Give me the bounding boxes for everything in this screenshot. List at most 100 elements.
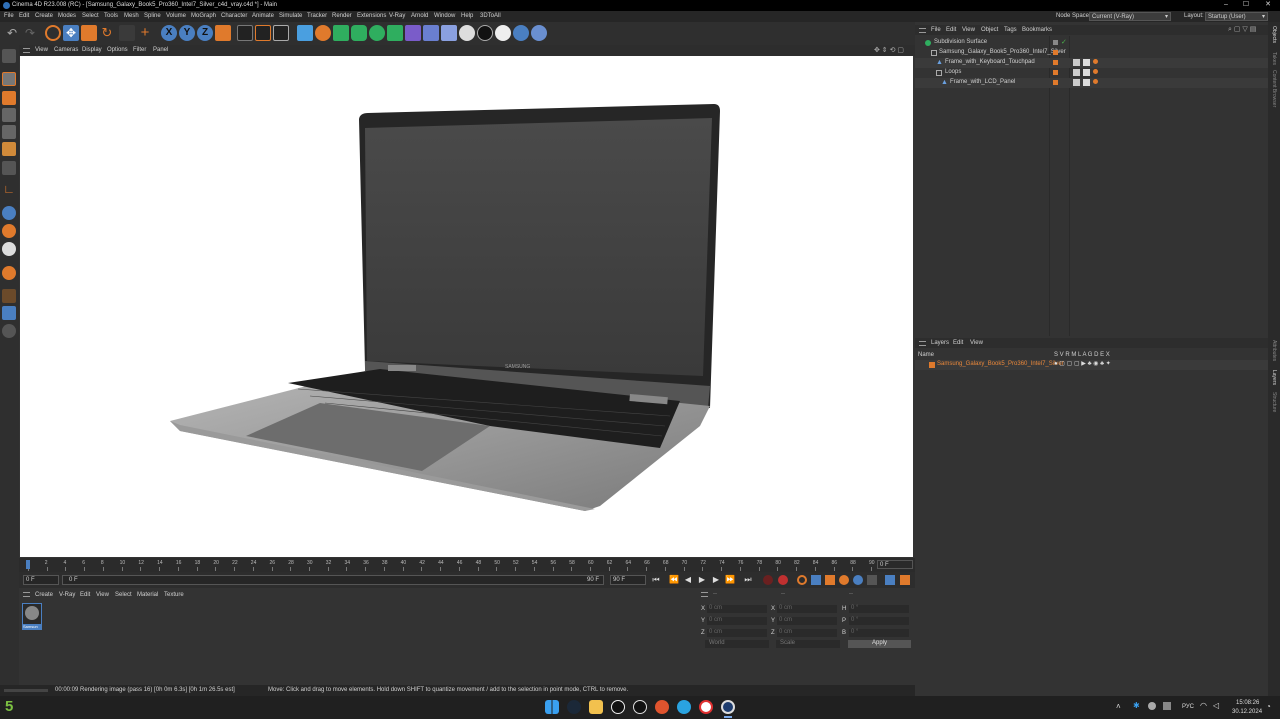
tray-chevron-icon[interactable]: ˄ xyxy=(1116,702,1121,711)
viewport-menu-cameras[interactable]: Cameras xyxy=(54,47,78,53)
move-icon[interactable]: ✥ xyxy=(63,25,79,41)
size-mode-dropdown[interactable]: Scale xyxy=(776,640,840,648)
add-icon[interactable]: + xyxy=(137,25,153,41)
object-row[interactable]: ▲ Frame_with_LCD_Panel xyxy=(915,78,1268,88)
frame-range-slider[interactable]: 0 F 90 F xyxy=(62,575,604,585)
timeline-settings-icon[interactable] xyxy=(885,575,895,585)
axis-mode-icon[interactable]: ∟ xyxy=(2,182,16,196)
lm-menu-view[interactable]: View xyxy=(970,340,983,346)
scale-y-field[interactable]: 0 cm xyxy=(777,617,837,625)
steam-icon[interactable] xyxy=(567,700,581,714)
render-view-icon[interactable] xyxy=(255,25,271,41)
menu-help[interactable]: Help xyxy=(461,13,473,19)
key-param-icon[interactable] xyxy=(853,575,863,585)
menu-extensions[interactable]: Extensions xyxy=(357,13,386,19)
key-scale-icon[interactable] xyxy=(825,575,835,585)
plugin-icon[interactable] xyxy=(2,324,16,338)
pos-x-field[interactable]: 0 cm xyxy=(707,605,767,613)
render-settings-icon[interactable] xyxy=(273,25,289,41)
menu-spline[interactable]: Spline xyxy=(144,13,161,19)
object-row[interactable]: Samsung_Galaxy_Book5_Pro360_Intel7_Silve… xyxy=(915,48,1268,58)
menu-tools[interactable]: Tools xyxy=(104,13,118,19)
autokey-icon[interactable] xyxy=(778,575,788,585)
boole-icon[interactable] xyxy=(333,25,349,41)
material-swatch[interactable]: Samsun xyxy=(22,603,42,630)
om-search-icon[interactable]: ⌕ ▢ ▽ ▤ xyxy=(1228,25,1256,34)
tab-objects[interactable]: Objects xyxy=(1271,26,1277,43)
camera-icon[interactable] xyxy=(441,25,457,41)
coord-system-icon[interactable] xyxy=(215,25,231,41)
snap-icon[interactable] xyxy=(2,206,16,220)
record-icon[interactable] xyxy=(763,575,773,585)
sculpt-icon[interactable] xyxy=(2,266,16,280)
om-menu-edit[interactable]: Edit xyxy=(946,27,956,33)
prev-key-icon[interactable]: ⏪ xyxy=(669,575,679,585)
next-key-icon[interactable]: ⏩ xyxy=(725,575,735,585)
menu-create[interactable]: Create xyxy=(35,13,53,19)
z-axis-icon[interactable]: Z xyxy=(197,25,213,41)
menu-modes[interactable]: Modes xyxy=(58,13,76,19)
floor-icon[interactable] xyxy=(423,25,439,41)
grid-icon[interactable] xyxy=(2,289,16,303)
menu-vray[interactable]: V-Ray xyxy=(389,13,405,19)
current-frame-field[interactable]: 0 F xyxy=(877,560,913,569)
menu-volume[interactable]: Volume xyxy=(166,13,186,19)
menu-arnold[interactable]: Arnold xyxy=(411,13,428,19)
mat-menu-create[interactable]: Create xyxy=(35,592,53,598)
notification-bell-icon[interactable]: ◔ xyxy=(1266,702,1271,711)
go-to-end-icon[interactable]: ⏭ xyxy=(743,575,753,585)
key-rotate-icon[interactable] xyxy=(839,575,849,585)
file-explorer-icon[interactable] xyxy=(589,700,603,714)
mat-menu-material[interactable]: Material xyxy=(137,592,158,598)
menu-mograph[interactable]: MoGraph xyxy=(191,13,216,19)
mat-menu-edit[interactable]: Edit xyxy=(80,592,90,598)
pos-z-field[interactable]: 0 cm xyxy=(707,629,767,637)
menu-3dtoall[interactable]: 3DToAll xyxy=(480,13,501,19)
menu-tracker[interactable]: Tracker xyxy=(307,13,327,19)
go-to-start-icon[interactable]: ⏮ xyxy=(651,575,661,585)
next-frame-icon[interactable]: ▶ xyxy=(711,575,721,585)
extra-icon[interactable] xyxy=(531,25,547,41)
wifi-icon[interactable]: ◠ xyxy=(1200,701,1207,710)
mograph-icon[interactable] xyxy=(369,25,385,41)
timeline-playhead[interactable] xyxy=(26,560,30,569)
scene-icon[interactable] xyxy=(405,25,421,41)
om-menu-file[interactable]: File xyxy=(931,27,941,33)
om-menu-bookmarks[interactable]: Bookmarks xyxy=(1022,27,1052,33)
play-icon[interactable]: ▶ xyxy=(697,575,707,585)
viewport-nav-icon[interactable]: ✥ ⇕ ⟲ ▢ xyxy=(874,46,904,54)
workplane-icon[interactable] xyxy=(2,242,16,256)
close-button[interactable]: ✕ xyxy=(1258,0,1278,11)
tray-network-icon[interactable] xyxy=(1163,702,1171,710)
script-icon[interactable] xyxy=(513,25,529,41)
make-editable-icon[interactable] xyxy=(2,49,16,63)
prev-frame-icon[interactable]: ◀ xyxy=(683,575,693,585)
browser-icon[interactable] xyxy=(655,700,669,714)
end-frame-field[interactable]: 90 F xyxy=(610,575,646,585)
tab-attributes[interactable]: Attributes xyxy=(1271,340,1277,361)
cinema4d-icon[interactable] xyxy=(721,700,735,714)
texture-mode-icon[interactable] xyxy=(2,91,16,105)
menu-simulate[interactable]: Simulate xyxy=(279,13,302,19)
tab-content-browser[interactable]: Content Browser xyxy=(1271,70,1277,107)
clock-time[interactable]: 15:08:26 xyxy=(1236,700,1259,706)
rot-b-field[interactable]: 0 ° xyxy=(849,629,909,637)
menu-edit[interactable]: Edit xyxy=(19,13,29,19)
tab-takes[interactable]: Takes xyxy=(1271,52,1277,65)
object-row[interactable]: ▲ Frame_with_Keyboard_Touchpad xyxy=(915,58,1268,68)
github-icon[interactable] xyxy=(633,700,647,714)
lm-menu-edit[interactable]: Edit xyxy=(953,340,963,346)
telegram-icon[interactable] xyxy=(677,700,691,714)
light-icon[interactable] xyxy=(459,25,475,41)
viewport-menu-panel[interactable]: Panel xyxy=(153,47,168,53)
clock-date[interactable]: 30.12.2024 xyxy=(1232,709,1262,715)
menu-file[interactable]: File xyxy=(4,13,14,19)
live-select-icon[interactable] xyxy=(45,25,61,41)
unreal-icon[interactable] xyxy=(611,700,625,714)
om-menu-view[interactable]: View xyxy=(962,27,975,33)
object-row[interactable]: Subdivision Surface ✓ xyxy=(915,38,1268,48)
start-frame-field[interactable]: 0 F xyxy=(23,575,59,585)
undo-icon[interactable]: ↶ xyxy=(4,25,20,41)
timeline[interactable]: 0246810121416182022242628303234363840424… xyxy=(19,558,915,572)
tab-layers[interactable]: Layers xyxy=(1271,370,1277,385)
